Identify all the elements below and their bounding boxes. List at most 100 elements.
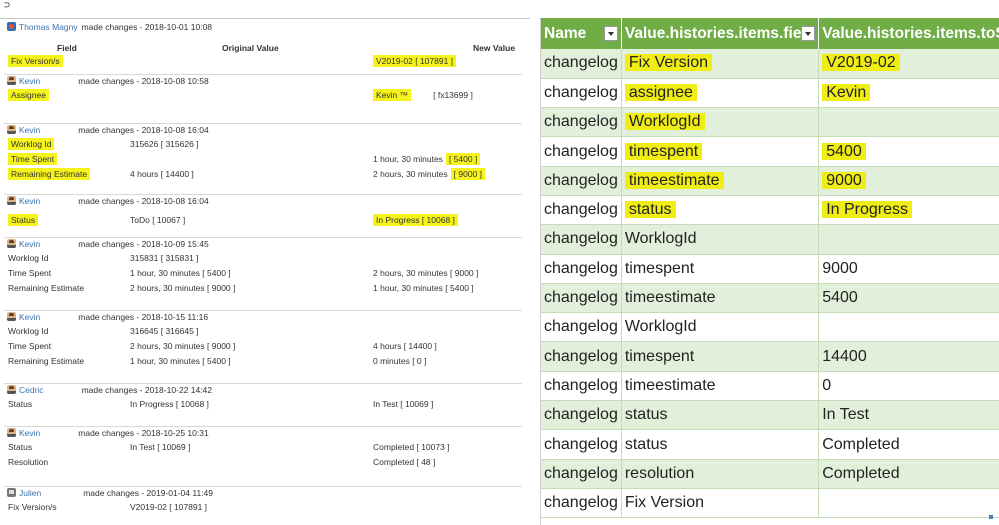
user-link[interactable]: Kevin bbox=[19, 428, 40, 438]
table-row: changelog timespent 5400 bbox=[541, 136, 999, 167]
cell-tostring[interactable]: Completed bbox=[818, 429, 999, 460]
cell-name[interactable]: changelog bbox=[541, 312, 622, 343]
change-history-panel: Field Original Value New Value Thomas Ma… bbox=[0, 18, 530, 525]
table-row: changelog timespent 14400 bbox=[541, 341, 999, 372]
cell-name[interactable]: changelog bbox=[541, 136, 622, 167]
new-value: 2 hours, 30 minutes[ 9000 ] bbox=[373, 167, 486, 181]
cell-tostring[interactable]: 9000 bbox=[818, 166, 999, 196]
user-link[interactable]: Kevin bbox=[19, 312, 40, 322]
new-value-text: Completed [ 48 ] bbox=[373, 457, 436, 467]
cell-name[interactable]: changelog bbox=[541, 488, 622, 519]
cell-field[interactable]: WorklogId bbox=[621, 107, 820, 138]
cell-tostring[interactable] bbox=[818, 488, 999, 519]
corner-mark: ⊃ bbox=[4, 0, 11, 11]
cell-tostring[interactable]: 0 bbox=[818, 371, 999, 402]
cell-field-text: Fix Version bbox=[624, 54, 712, 72]
cell-field[interactable]: timeestimate bbox=[621, 166, 820, 196]
cell-name[interactable]: changelog bbox=[541, 166, 622, 196]
original-value: 315831 [ 315831 ] bbox=[130, 253, 199, 263]
field-name-text: Status bbox=[8, 399, 33, 409]
user-link[interactable]: Kevin bbox=[19, 125, 40, 135]
cell-name-text: changelog bbox=[544, 142, 618, 160]
cell-tostring[interactable] bbox=[818, 224, 999, 255]
new-value-text: In Test [ 10069 ] bbox=[373, 399, 434, 409]
cell-name[interactable]: changelog bbox=[541, 400, 622, 431]
cell-name-text: changelog bbox=[544, 494, 618, 512]
filter-dropdown-icon[interactable] bbox=[801, 26, 816, 41]
cell-field[interactable]: timespent bbox=[621, 254, 820, 284]
cell-field-text: status bbox=[624, 435, 668, 453]
cell-name-text: changelog bbox=[544, 201, 618, 219]
history-field-row: Worklog Id 315626 [ 315626 ] bbox=[0, 137, 530, 151]
cell-tostring[interactable] bbox=[818, 107, 999, 138]
cell-tostring[interactable]: 5400 bbox=[818, 136, 999, 167]
original-value: In Test [ 10069 ] bbox=[130, 442, 191, 452]
history-entry: Julien made changes - 2019-01-04 11:49 Fix… bbox=[0, 487, 530, 525]
cell-field[interactable]: status bbox=[621, 400, 820, 431]
field-name-text: Time Spent bbox=[8, 153, 58, 165]
cell-name[interactable]: changelog bbox=[541, 341, 622, 372]
user-link[interactable]: Kevin bbox=[19, 196, 40, 206]
history-entry-header: Kevin made changes - 2018-10-08 16:04 bbox=[7, 195, 209, 207]
cell-field[interactable]: Fix Version bbox=[621, 488, 820, 519]
cell-name[interactable]: changelog bbox=[541, 49, 622, 79]
cell-name[interactable]: changelog bbox=[541, 429, 622, 460]
field-name-text: Status bbox=[8, 442, 33, 452]
cell-field[interactable]: timeestimate bbox=[621, 371, 820, 402]
cell-name[interactable]: changelog bbox=[541, 78, 622, 109]
cell-field[interactable]: resolution bbox=[621, 459, 820, 489]
field-name-text: Status bbox=[8, 214, 39, 226]
cell-field[interactable]: Fix Version bbox=[621, 49, 820, 79]
field-name-text: Worklog Id bbox=[8, 326, 49, 336]
cell-field[interactable]: timespent bbox=[621, 136, 820, 167]
cell-field[interactable]: assignee bbox=[621, 78, 820, 109]
cell-field[interactable]: WorklogId bbox=[621, 312, 820, 343]
new-value-text: 2 hours, 30 minutes [ 9000 ] bbox=[373, 268, 479, 278]
field-name-text: Remaining Estimate bbox=[8, 356, 85, 366]
cell-tostring[interactable]: 9000 bbox=[818, 254, 999, 284]
cell-field[interactable]: status bbox=[621, 195, 820, 226]
cell-name[interactable]: changelog bbox=[541, 283, 622, 314]
cell-name[interactable]: changelog bbox=[541, 195, 622, 226]
history-entry-header: Kevin made changes - 2018-10-09 15:45 bbox=[7, 238, 209, 250]
cell-name[interactable]: changelog bbox=[541, 254, 622, 284]
field-name: Status bbox=[8, 213, 39, 227]
new-value: Completed [ 10073 ] bbox=[373, 440, 450, 454]
cell-tostring[interactable]: In Test bbox=[818, 400, 999, 431]
cell-name[interactable]: changelog bbox=[541, 107, 622, 138]
cell-tostring[interactable]: V2019-02 bbox=[818, 49, 999, 79]
cell-tostring[interactable]: In Progress bbox=[818, 195, 999, 226]
cell-name[interactable]: changelog bbox=[541, 459, 622, 489]
user-link[interactable]: Kevin bbox=[19, 76, 40, 86]
cell-tostring[interactable]: Completed bbox=[818, 459, 999, 489]
change-timestamp: made changes - 2019-01-04 11:49 bbox=[83, 488, 214, 498]
cell-field[interactable]: timeestimate bbox=[621, 283, 820, 314]
cell-tostring[interactable]: 5400 bbox=[818, 283, 999, 314]
new-value: 4 hours [ 14400 ] bbox=[373, 339, 437, 353]
history-entry: Cedric made changes - 2018-10-22 14:42 Sta… bbox=[0, 384, 530, 427]
cell-tostring[interactable]: 14400 bbox=[818, 341, 999, 372]
field-name-text: Resolution bbox=[8, 457, 49, 467]
filter-dropdown-icon[interactable] bbox=[603, 26, 618, 41]
cell-name[interactable]: changelog bbox=[541, 371, 622, 402]
new-value-text: 2 hours, 30 minutes bbox=[373, 169, 448, 179]
cell-tostring-text: V2019-02 bbox=[822, 54, 900, 72]
cell-tostring-text: 0 bbox=[822, 376, 832, 394]
table-resize-handle[interactable] bbox=[989, 515, 993, 519]
user-link[interactable]: Cedric bbox=[19, 385, 44, 395]
field-name: Status bbox=[8, 397, 32, 411]
cell-field[interactable]: status bbox=[621, 429, 820, 460]
cell-tostring-text: 14400 bbox=[822, 347, 867, 365]
cell-tostring[interactable] bbox=[818, 312, 999, 343]
history-field-row: Time Spent 2 hours, 30 minutes [ 9000 ] 4 … bbox=[0, 339, 530, 353]
cell-tostring-text: In Test bbox=[822, 406, 870, 424]
user-link[interactable]: Julien bbox=[19, 488, 41, 498]
julien-avatar-icon bbox=[7, 488, 16, 497]
cell-field[interactable]: WorklogId bbox=[621, 224, 820, 255]
change-timestamp: made changes - 2018-10-15 11:16 bbox=[78, 312, 209, 322]
cell-tostring[interactable]: Kevin bbox=[818, 78, 999, 109]
cell-field[interactable]: timespent bbox=[621, 341, 820, 372]
user-link[interactable]: Thomas Magny bbox=[19, 22, 78, 32]
user-link[interactable]: Kevin bbox=[19, 239, 40, 249]
cell-name[interactable]: changelog bbox=[541, 224, 622, 255]
